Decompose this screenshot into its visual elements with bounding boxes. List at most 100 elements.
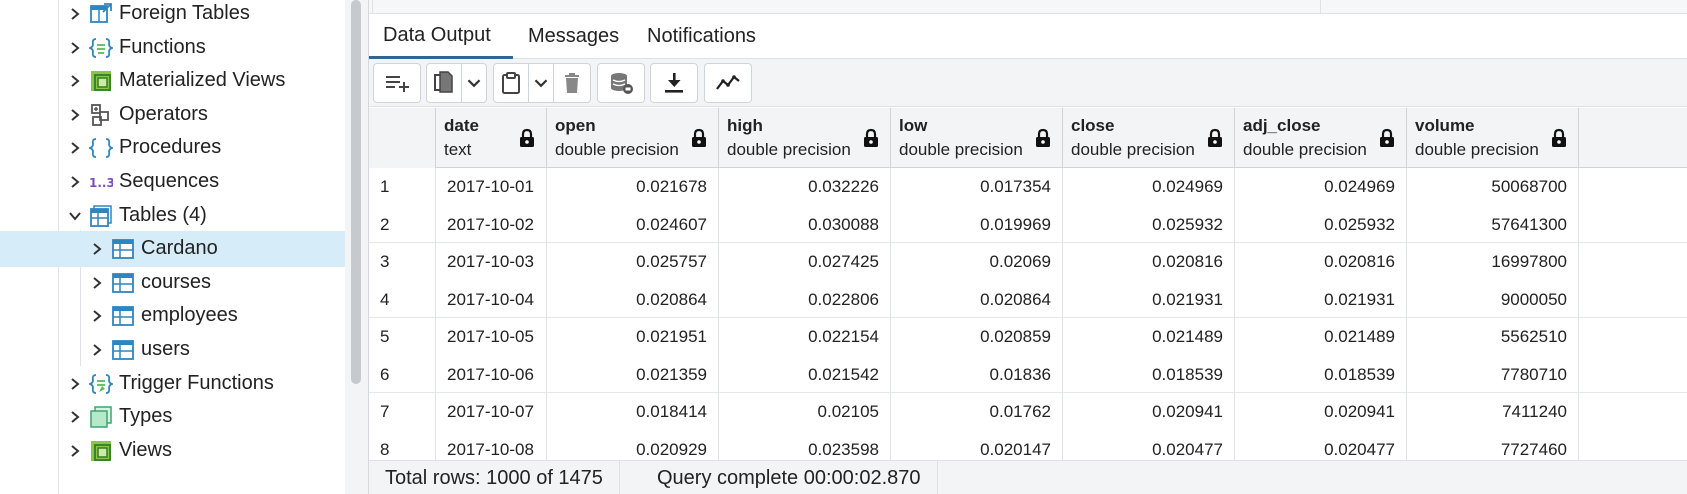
cell-adj-close[interactable]: 0.021931 — [1235, 280, 1407, 318]
column-header-open[interactable]: open double precision — [547, 108, 719, 168]
cell-date[interactable]: 2017-10-04 — [436, 280, 547, 318]
row-number[interactable]: 1 — [369, 168, 436, 206]
paste-button[interactable] — [493, 63, 529, 103]
tree-item-functions[interactable]: Functions — [0, 30, 368, 66]
cell-high[interactable]: 0.032226 — [719, 168, 891, 206]
chevron-right-icon[interactable] — [88, 274, 106, 292]
cell-low[interactable]: 0.02069 — [891, 243, 1063, 281]
chevron-right-icon[interactable] — [66, 39, 84, 57]
cell-low[interactable]: 0.020864 — [891, 280, 1063, 318]
download-button[interactable] — [650, 63, 698, 103]
cell-close[interactable]: 0.021489 — [1063, 318, 1235, 356]
tree-item-tables-4[interactable]: Tables (4) — [0, 198, 368, 234]
tree-item-employees[interactable]: employees — [0, 298, 368, 334]
cell-date[interactable]: 2017-10-02 — [436, 205, 547, 243]
cell-adj-close[interactable]: 0.021489 — [1235, 318, 1407, 356]
column-header-high[interactable]: high double precision — [719, 108, 891, 168]
table-row[interactable]: 5 2017-10-05 0.021951 0.022154 0.020859 0.021… — [369, 318, 1687, 356]
cell-adj-close[interactable]: 0.025932 — [1235, 205, 1407, 243]
cell-low[interactable]: 0.020147 — [891, 430, 1063, 460]
cell-date[interactable]: 2017-10-07 — [436, 393, 547, 431]
tree-item-users[interactable]: users — [0, 332, 368, 368]
row-number[interactable]: 3 — [369, 243, 436, 281]
column-header-close[interactable]: close double precision — [1063, 108, 1235, 168]
cell-close[interactable]: 0.018539 — [1063, 355, 1235, 393]
cell-date[interactable]: 2017-10-05 — [436, 318, 547, 356]
cell-volume[interactable]: 9000050 — [1407, 280, 1579, 318]
cell-high[interactable]: 0.027425 — [719, 243, 891, 281]
row-number-header[interactable] — [369, 108, 436, 168]
cell-date[interactable]: 2017-10-08 — [436, 430, 547, 460]
cell-high[interactable]: 0.022806 — [719, 280, 891, 318]
cell-low[interactable]: 0.019969 — [891, 205, 1063, 243]
cell-volume[interactable]: 57641300 — [1407, 205, 1579, 243]
cell-adj-close[interactable]: 0.020477 — [1235, 430, 1407, 460]
tree-item-sequences[interactable]: 1..3 Sequences — [0, 164, 368, 200]
cell-volume[interactable]: 7780710 — [1407, 355, 1579, 393]
tree-item-cardano[interactable]: Cardano — [0, 231, 368, 268]
cell-date[interactable]: 2017-10-06 — [436, 355, 547, 393]
table-row[interactable]: 2 2017-10-02 0.024607 0.030088 0.019969 0.025… — [369, 205, 1687, 243]
cell-high[interactable]: 0.030088 — [719, 205, 891, 243]
chevron-right-icon[interactable] — [66, 106, 84, 124]
chevron-right-icon[interactable] — [88, 240, 106, 258]
chevron-right-icon[interactable] — [66, 173, 84, 191]
copy-button[interactable] — [426, 63, 462, 103]
cell-volume[interactable]: 16997800 — [1407, 243, 1579, 281]
cell-open[interactable]: 0.020864 — [547, 280, 719, 318]
table-row[interactable]: 6 2017-10-06 0.021359 0.021542 0.01836 0.0185… — [369, 355, 1687, 393]
tree-item-procedures[interactable]: Procedures — [0, 130, 368, 166]
tree-item-materialized-views[interactable]: Materialized Views — [0, 63, 368, 99]
tree-item-types[interactable]: Types — [0, 399, 368, 435]
tree-item-trigger-functions[interactable]: Trigger Functions — [0, 366, 368, 402]
table-row[interactable]: 7 2017-10-07 0.018414 0.02105 0.01762 0.02094… — [369, 393, 1687, 431]
chevron-right-icon[interactable] — [88, 307, 106, 325]
cell-close[interactable]: 0.021931 — [1063, 280, 1235, 318]
table-row[interactable]: 8 2017-10-08 0.020929 0.023598 0.020147 0.020… — [369, 430, 1687, 460]
column-header-low[interactable]: low double precision — [891, 108, 1063, 168]
cell-date[interactable]: 2017-10-03 — [436, 243, 547, 281]
cell-volume[interactable]: 5562510 — [1407, 318, 1579, 356]
chevron-right-icon[interactable] — [66, 5, 84, 23]
chevron-right-icon[interactable] — [66, 408, 84, 426]
tab-data-output[interactable]: Data Output — [369, 14, 513, 59]
cell-high[interactable]: 0.021542 — [719, 355, 891, 393]
tree-scrollbar-thumb[interactable] — [351, 0, 361, 384]
cell-close[interactable]: 0.020816 — [1063, 243, 1235, 281]
cell-adj-close[interactable]: 0.024969 — [1235, 168, 1407, 206]
cell-low[interactable]: 0.01836 — [891, 355, 1063, 393]
cell-open[interactable]: 0.021951 — [547, 318, 719, 356]
cell-low[interactable]: 0.01762 — [891, 393, 1063, 431]
cell-adj-close[interactable]: 0.020941 — [1235, 393, 1407, 431]
cell-low[interactable]: 0.020859 — [891, 318, 1063, 356]
tree-item-foreign-tables[interactable]: Foreign Tables — [0, 0, 368, 32]
table-row[interactable]: 3 2017-10-03 0.025757 0.027425 0.02069 0.0208… — [369, 243, 1687, 281]
column-header-adj-close[interactable]: adj_close double precision — [1235, 108, 1407, 168]
row-number[interactable]: 2 — [369, 205, 436, 243]
chevron-right-icon[interactable] — [66, 72, 84, 90]
cell-open[interactable]: 0.025757 — [547, 243, 719, 281]
tree-item-views[interactable]: Views — [0, 433, 368, 469]
cell-date[interactable]: 2017-10-01 — [436, 168, 547, 206]
cell-low[interactable]: 0.017354 — [891, 168, 1063, 206]
chevron-right-icon[interactable] — [66, 139, 84, 157]
cell-close[interactable]: 0.020941 — [1063, 393, 1235, 431]
cell-high[interactable]: 0.023598 — [719, 430, 891, 460]
copy-dropdown-button[interactable] — [461, 63, 487, 103]
cell-high[interactable]: 0.022154 — [719, 318, 891, 356]
graph-visualiser-button[interactable] — [704, 63, 752, 103]
cell-adj-close[interactable]: 0.020816 — [1235, 243, 1407, 281]
save-data-button[interactable] — [597, 63, 645, 103]
table-row[interactable]: 1 2017-10-01 0.021678 0.032226 0.017354 0.024… — [369, 168, 1687, 206]
row-number[interactable]: 5 — [369, 318, 436, 356]
tab-notifications[interactable]: Notifications — [633, 14, 781, 59]
cell-high[interactable]: 0.02105 — [719, 393, 891, 431]
column-header-date[interactable]: date text — [436, 108, 547, 168]
column-header-volume[interactable]: volume double precision — [1407, 108, 1579, 168]
row-number[interactable]: 8 — [369, 430, 436, 460]
delete-button[interactable] — [553, 63, 591, 103]
cell-open[interactable]: 0.020929 — [547, 430, 719, 460]
cell-close[interactable]: 0.020477 — [1063, 430, 1235, 460]
cell-volume[interactable]: 50068700 — [1407, 168, 1579, 206]
row-number[interactable]: 6 — [369, 355, 436, 393]
